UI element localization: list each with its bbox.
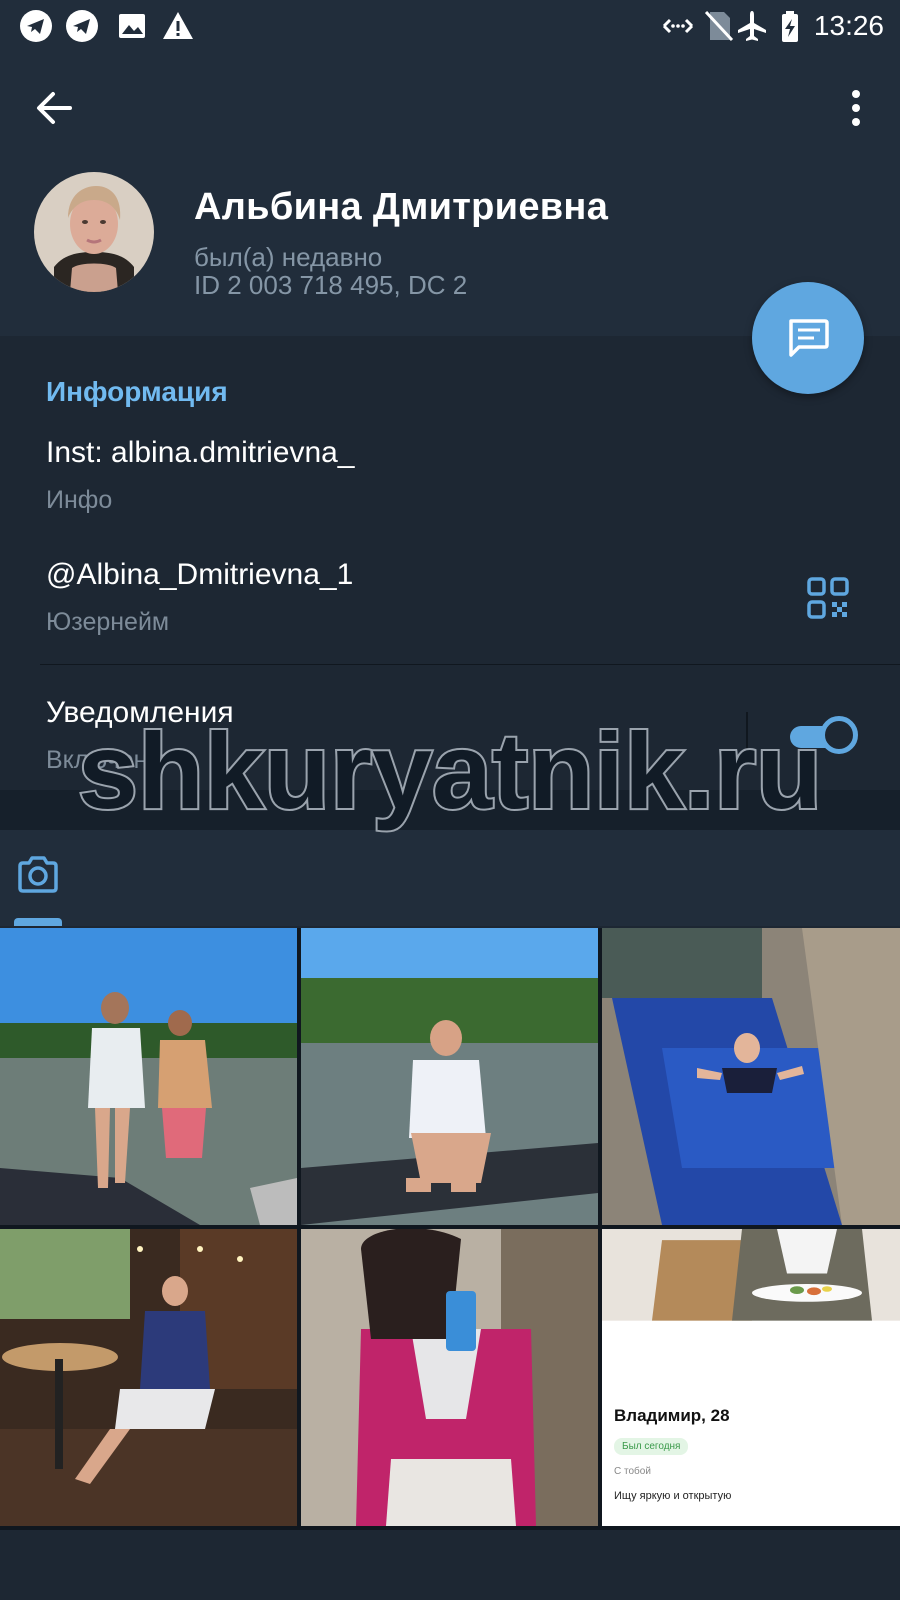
last-seen-status: был(а) недавно xyxy=(194,242,383,272)
username-label: Юзернейм xyxy=(46,608,170,636)
back-button[interactable] xyxy=(26,78,86,138)
media-thumbnail[interactable] xyxy=(0,928,297,1225)
notifications-toggle[interactable] xyxy=(790,716,858,756)
qr-code-button[interactable] xyxy=(806,576,850,620)
vertical-separator xyxy=(746,712,748,758)
media-grid: Владимир, 28 Был сегодня С тобой Ищу ярк… xyxy=(0,928,900,1530)
arrow-left-icon xyxy=(37,92,72,124)
image-notification-icon xyxy=(119,14,145,38)
card-sub: С тобой xyxy=(614,1466,651,1477)
media-thumbnail[interactable] xyxy=(602,928,900,1225)
warning-icon xyxy=(163,12,193,39)
media-thumbnail[interactable] xyxy=(301,1229,598,1526)
notifications-label: Уведомления xyxy=(46,696,234,729)
username-value: @Albina_Dmitrievna_1 xyxy=(46,558,354,591)
media-thumbnail[interactable] xyxy=(301,928,598,1225)
media-thumbnail[interactable] xyxy=(0,1229,297,1526)
qr-code-icon xyxy=(807,577,849,619)
divider xyxy=(40,664,900,665)
profile-name: Альбина Дмитриевна xyxy=(194,186,609,228)
bio-value: Inst: albina.dmitrievna_ xyxy=(46,436,355,469)
card-badge: Был сегодня xyxy=(614,1438,689,1455)
toggle-knob xyxy=(820,716,858,754)
card-desc: Ищу яркую и открытую xyxy=(614,1490,732,1502)
telegram-notification-icon xyxy=(66,10,98,42)
bottom-area xyxy=(0,1530,900,1600)
profile-card-preview: Владимир, 28 Был сегодня С тобой Ищу ярк… xyxy=(602,1394,900,1526)
info-section-title: Информация xyxy=(46,376,228,407)
card-name: Владимир, 28 xyxy=(614,1406,730,1425)
tab-indicator xyxy=(14,918,62,926)
message-icon xyxy=(789,319,829,357)
no-sim-icon xyxy=(704,10,734,42)
section-gap xyxy=(0,790,900,830)
tab-photos[interactable] xyxy=(14,852,62,900)
battery-charging-icon xyxy=(782,11,798,42)
data-saver-icon xyxy=(662,18,694,34)
user-id-line: ID 2 003 718 495, DC 2 xyxy=(194,270,468,300)
more-vertical-icon xyxy=(852,90,860,126)
camera-icon xyxy=(18,856,58,893)
bio-label: Инфо xyxy=(46,486,113,514)
media-tabs xyxy=(0,830,900,926)
status-time: 13:26 xyxy=(813,10,884,41)
avatar[interactable] xyxy=(34,172,154,292)
telegram-notification-icon xyxy=(20,10,52,42)
send-message-button[interactable] xyxy=(752,282,864,394)
profile-header: Альбина Дмитриевна был(а) недавно ID 2 0… xyxy=(0,52,900,336)
notifications-state: Включены xyxy=(46,746,166,774)
more-options-button[interactable] xyxy=(834,78,878,138)
media-thumbnail[interactable]: Владимир, 28 Был сегодня С тобой Ищу ярк… xyxy=(602,1229,900,1526)
status-bar: 13:26 xyxy=(0,0,900,52)
airplane-mode-icon xyxy=(738,11,766,41)
